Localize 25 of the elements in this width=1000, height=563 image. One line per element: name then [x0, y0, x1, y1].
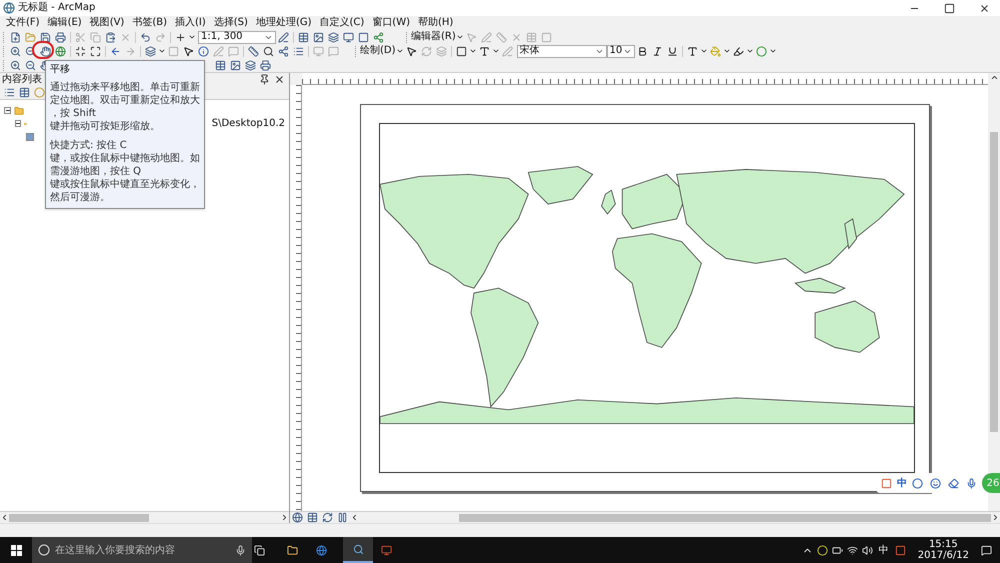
tooltip-title: 平移 [50, 65, 71, 75]
menu-item[interactable]: 自定义(C) [320, 18, 364, 28]
ime-mode[interactable]: 中 [897, 476, 907, 490]
menu-item[interactable]: 插入(I) [175, 18, 206, 28]
menu-item[interactable]: 窗口(W) [372, 18, 410, 28]
font-field[interactable]: 宋体 [516, 44, 607, 58]
menu-item[interactable]: 文件(F) [6, 18, 40, 28]
menu-item[interactable]: 帮助(H) [418, 18, 454, 28]
tooltip-text: 快捷方式: 按住 C 键，或按住鼠标中键拖动地图。如 需漫游地图，按住 Q 键或按住鼠标中键直至光标变化， 然后可漫游。 [50, 139, 200, 204]
clock[interactable]: 15:15 2017/6/12 [918, 539, 969, 561]
draw-menu[interactable]: 绘制(D) [360, 46, 396, 56]
menu-item[interactable]: 书签(B) [132, 18, 168, 28]
tooltip-text: 通过拖动来平移地图。单击可重新 定位地图。双击可重新定位和放大 ，按 Shift 键并拖动可按矩形缩放。 [50, 81, 200, 133]
window-title: 无标题 - ArcMap [18, 3, 96, 13]
scale-field[interactable]: 1:1, 300 [198, 30, 276, 44]
menu-item[interactable]: 视图(V) [90, 18, 124, 28]
editor-menu[interactable]: 编辑器(R) [411, 32, 456, 42]
layer-label[interactable]: S\Desktop10.2 [212, 118, 285, 128]
font-size-field[interactable]: 10 [606, 44, 635, 58]
menu-item[interactable]: 编辑(E) [48, 18, 82, 28]
tray-ime-indicator[interactable]: 中 [878, 542, 889, 558]
panel-title: 内容列表 [2, 74, 43, 84]
search-field[interactable]: 在这里输入你要搜索的内容 [32, 537, 252, 563]
menu-item[interactable]: 地理处理(G) [256, 18, 312, 28]
menu-item[interactable]: 选择(S) [214, 18, 248, 28]
